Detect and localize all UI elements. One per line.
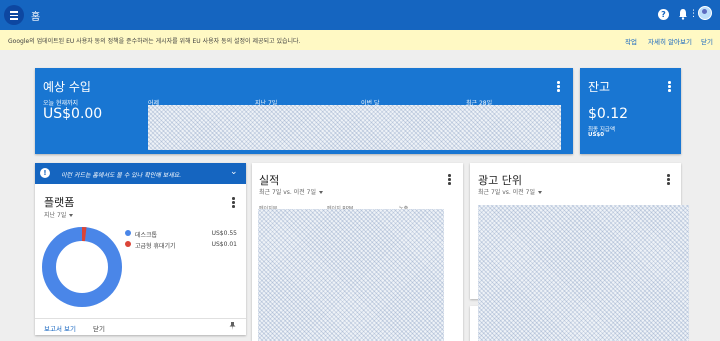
- range-dropdown[interactable]: 최근 7일 vs. 이전 7일: [259, 187, 323, 196]
- pin-icon[interactable]: [229, 322, 236, 330]
- performance-card: 실적 최근 7일 vs. 이전 7일 페이지뷰 페이지 RPM 노출: [252, 163, 463, 341]
- redacted-values: [148, 105, 561, 150]
- last-payment-value: US$0: [588, 132, 605, 138]
- balance-value: $0.12: [588, 106, 629, 122]
- more-icon[interactable]: [557, 81, 561, 93]
- notice-learn-more-link[interactable]: 자세히 알아보기: [648, 36, 692, 46]
- tip-text: 이런 카드는 홈에서도 볼 수 있나 확인해 보세요.: [61, 172, 182, 179]
- ad-units-title: 광고 단위: [478, 174, 522, 187]
- menu-icon[interactable]: [4, 5, 24, 25]
- close-link[interactable]: 닫기: [93, 323, 105, 333]
- bell-icon[interactable]: [678, 8, 688, 20]
- range-dropdown[interactable]: 최근 7일 vs. 이전 7일: [478, 187, 542, 196]
- lightbulb-icon: !: [40, 168, 50, 178]
- legend-value: US$0.01: [211, 241, 237, 248]
- range-label: 지난 7일: [44, 212, 67, 219]
- more-icon[interactable]: [232, 197, 236, 209]
- legend-label: 고급형 휴대기기: [135, 243, 176, 250]
- notice-message: Google의 업데이트된 EU 사용자 동의 정책을 준수하려는 게시자를 위…: [8, 38, 301, 45]
- legend-label: 데스크톱: [135, 232, 158, 239]
- more-icon[interactable]: [448, 174, 452, 186]
- legend-dot: [125, 241, 131, 247]
- performance-title: 실적: [259, 174, 280, 187]
- avatar[interactable]: [698, 6, 712, 20]
- help-icon[interactable]: ?: [658, 9, 669, 20]
- platform-card: ! 이런 카드는 홈에서도 볼 수 있나 확인해 보세요. ⌄ 플랫폼 지난 7…: [35, 163, 246, 335]
- tip-banner[interactable]: ! 이런 카드는 홈에서도 볼 수 있나 확인해 보세요. ⌄: [35, 163, 246, 184]
- card-footer: 보고서 보기 닫기: [35, 318, 246, 334]
- apps-icon[interactable]: ⋮: [689, 9, 698, 20]
- legend-value: US$0.55: [211, 230, 237, 237]
- chevron-down-icon[interactable]: ⌄: [230, 167, 238, 177]
- view-report-link[interactable]: 보고서 보기: [44, 323, 76, 333]
- redacted-values: [258, 209, 444, 341]
- range-dropdown[interactable]: 지난 7일: [44, 210, 74, 219]
- top-app-bar: 홈 ? ⋮: [0, 0, 720, 30]
- notice-bar: Google의 업데이트된 EU 사용자 동의 정책을 준수하려는 게시자를 위…: [0, 30, 720, 50]
- platform-donut-chart: [42, 227, 122, 307]
- balance-card: 잔고 $0.12 최종 지급액 US$0: [580, 68, 681, 154]
- page-title: 홈: [31, 12, 41, 23]
- range-label: 최근 7일 vs. 이전 7일: [478, 189, 535, 196]
- estimated-earnings-card: 예상 수입 오늘 현재까지 US$0.00 어제 지난 7일 이번 달 최근 2…: [35, 68, 573, 154]
- today-value: US$0.00: [43, 106, 103, 122]
- notice-action-link[interactable]: 작업: [625, 36, 637, 46]
- balance-title: 잔고: [588, 80, 611, 94]
- range-label: 최근 7일 vs. 이전 7일: [259, 189, 316, 196]
- more-icon[interactable]: [668, 81, 672, 93]
- notice-close-link[interactable]: 닫기: [701, 36, 713, 46]
- redacted-values: [478, 205, 689, 341]
- legend-dot: [125, 230, 131, 236]
- desktop-slice: [42, 227, 122, 307]
- estimated-earnings-title: 예상 수입: [43, 80, 91, 94]
- platform-title: 플랫폼: [44, 196, 75, 209]
- more-icon[interactable]: [667, 174, 671, 186]
